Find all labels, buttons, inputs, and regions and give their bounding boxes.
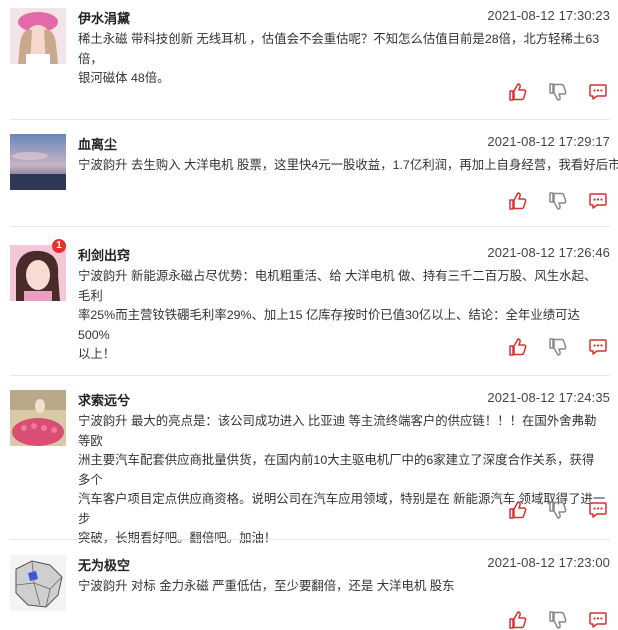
- post-time: 2021-08-12 17:23:00: [487, 555, 610, 570]
- thumbs-down-icon[interactable]: [548, 191, 568, 211]
- username[interactable]: 血离尘: [78, 134, 117, 153]
- thumbs-up-icon[interactable]: [508, 610, 528, 630]
- comment-icon[interactable]: [588, 82, 608, 102]
- post-item: 血离尘 2021-08-12 17:29:17 宁波韵升 去生购入 大洋电机 股…: [0, 134, 618, 227]
- divider: [10, 119, 610, 120]
- thumbs-up-icon[interactable]: [508, 500, 528, 520]
- post-content-line: 宁波韵升 去生购入 大洋电机 股票，这里快4元一股收益，1.7亿利润，再加上自身…: [78, 158, 618, 172]
- post-content-line: 洲主要汽车配套供应商批量供货，在国内前10大主驱电机厂中的6家建立了深度合作关系…: [78, 453, 595, 487]
- avatar[interactable]: [10, 555, 66, 611]
- post-actions: [508, 337, 608, 357]
- post-content: 宁波韵升 最大的亮点是：该公司成功进入 比亚迪 等主流终端客户的供应链！！！在国…: [78, 412, 606, 549]
- post-content-line: 稀土永磁 带科技创新 无线耳机 ，估值会不会重估呢？不知怎么估值目前是28倍，北…: [78, 32, 600, 66]
- username[interactable]: 求索远兮: [78, 390, 130, 409]
- post-actions: [508, 610, 608, 630]
- post-time: 2021-08-12 17:30:23: [487, 8, 610, 23]
- post-content: 稀土永磁 带科技创新 无线耳机 ，估值会不会重估呢？不知怎么估值目前是28倍，北…: [78, 30, 606, 89]
- post-item: 1 利剑出窍 2021-08-12 17:26:46 宁波韵升 新能源永磁占尽优…: [0, 239, 618, 376]
- post-content-line: 宁波韵升 最大的亮点是：该公司成功进入 比亚迪 等主流终端客户的供应链！！！在国…: [78, 414, 597, 448]
- username[interactable]: 无为极空: [78, 555, 130, 574]
- thumbs-up-icon[interactable]: [508, 191, 528, 211]
- post-item: 求索远兮 2021-08-12 17:24:35 宁波韵升 最大的亮点是：该公司…: [0, 390, 618, 545]
- avatar[interactable]: [10, 8, 66, 64]
- post-time: 2021-08-12 17:26:46: [487, 245, 610, 260]
- comment-icon[interactable]: [588, 610, 608, 630]
- comment-icon[interactable]: [588, 191, 608, 211]
- post-actions: [508, 191, 608, 211]
- username[interactable]: 利剑出窍: [78, 245, 130, 264]
- avatar[interactable]: [10, 390, 66, 446]
- divider: [10, 226, 610, 227]
- thumbs-up-icon[interactable]: [508, 82, 528, 102]
- avatar[interactable]: [10, 245, 66, 301]
- comment-icon[interactable]: [588, 500, 608, 520]
- post-content: 宁波韵升 去生购入 大洋电机 股票，这里快4元一股收益，1.7亿利润，再加上自身…: [78, 156, 618, 176]
- post-item: 伊水涓黛 2021-08-12 17:30:23 稀土永磁 带科技创新 无线耳机…: [0, 8, 618, 120]
- thumbs-down-icon[interactable]: [548, 82, 568, 102]
- username[interactable]: 伊水涓黛: [78, 8, 130, 27]
- post-content-line: 宁波韵升 对标 金力永磁 严重低估，至少要翻倍，还是 大洋电机 股东: [78, 579, 455, 593]
- post-time: 2021-08-12 17:29:17: [487, 134, 610, 149]
- thumbs-down-icon[interactable]: [548, 610, 568, 630]
- thumbs-down-icon[interactable]: [548, 337, 568, 357]
- post-content-line: 宁波韵升 新能源永磁占尽优势：电机粗重活、给 大洋电机 做、持有三千二百万股、风…: [78, 269, 597, 303]
- avatar[interactable]: [10, 134, 66, 190]
- divider: [10, 539, 610, 540]
- thumbs-down-icon[interactable]: [548, 500, 568, 520]
- notification-badge: 1: [52, 239, 66, 253]
- post-time: 2021-08-12 17:24:35: [487, 390, 610, 405]
- post-item: 无为极空 2021-08-12 17:23:00 宁波韵升 对标 金力永磁 严重…: [0, 555, 618, 630]
- divider: [10, 375, 610, 376]
- comment-icon[interactable]: [588, 337, 608, 357]
- post-actions: [508, 82, 608, 102]
- thumbs-up-icon[interactable]: [508, 337, 528, 357]
- post-actions: [508, 500, 608, 520]
- post-content: 宁波韵升 对标 金力永磁 严重低估，至少要翻倍，还是 大洋电机 股东: [78, 577, 606, 597]
